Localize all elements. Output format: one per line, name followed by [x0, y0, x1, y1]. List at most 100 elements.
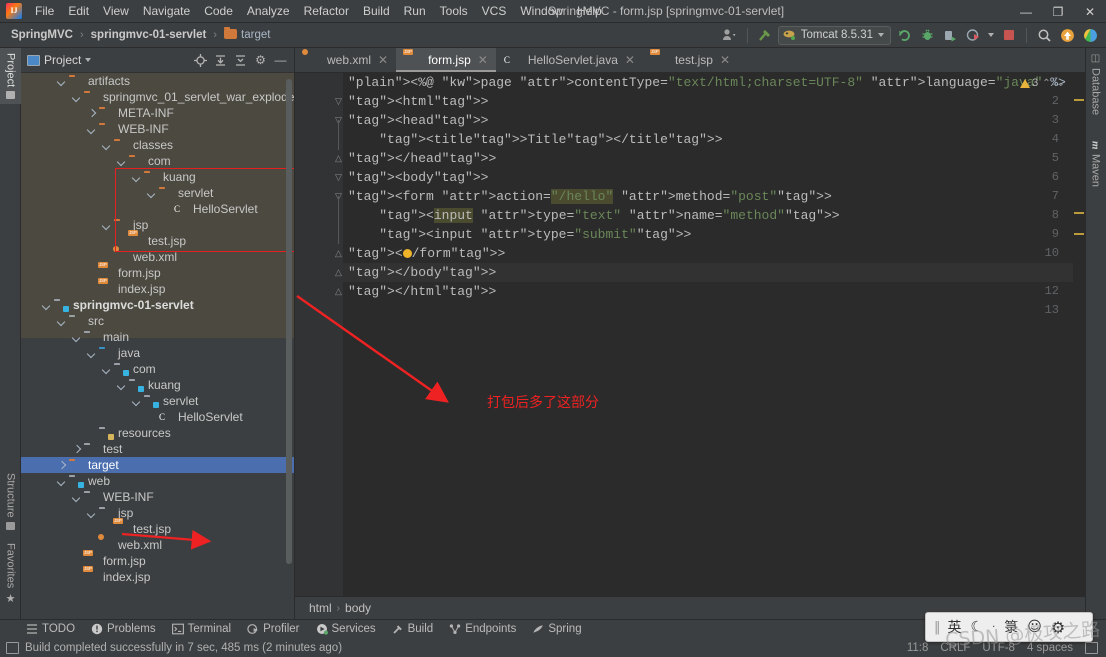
tree-node-springmvc-01-servlet[interactable]: springmvc-01-servlet	[21, 297, 294, 313]
tree-node-web-xml[interactable]: web.xml	[21, 249, 294, 265]
tree-node-index-jsp[interactable]: index.jsp	[21, 569, 294, 585]
fold-marker-html-end[interactable]: △	[334, 282, 343, 301]
tree-node-artifacts[interactable]: artifacts	[21, 73, 294, 89]
tree-node-classes[interactable]: classes	[21, 137, 294, 153]
tool-window-build[interactable]: Build	[392, 623, 433, 635]
code-line-13[interactable]	[343, 301, 1085, 320]
tree-node-form-jsp[interactable]: form.jsp	[21, 265, 294, 281]
tree-node-jsp[interactable]: jsp	[21, 505, 294, 521]
code-text[interactable]: "plain"><%@ "kw">page "attr">contentType…	[343, 73, 1085, 596]
menu-item-run[interactable]: Run	[397, 1, 433, 21]
project-panel-title-group[interactable]: Project	[27, 53, 92, 67]
chevron-down-icon[interactable]	[132, 172, 143, 183]
chevron-down-icon[interactable]	[102, 364, 113, 375]
inspection-marker[interactable]	[1074, 233, 1084, 235]
editor-tab-form-jsp[interactable]: form.jsp ✕	[396, 48, 496, 72]
settings-gear-icon[interactable]: ⚙	[251, 51, 270, 70]
chevron-down-icon[interactable]	[147, 188, 158, 199]
chevron-down-icon[interactable]	[87, 348, 98, 359]
ime-dot-icon[interactable]: ·	[992, 622, 995, 633]
tool-window-endpoints[interactable]: Endpoints	[449, 623, 516, 635]
chevron-down-icon[interactable]	[42, 300, 53, 311]
chevron-down-icon[interactable]	[72, 492, 83, 503]
ime-gear-icon[interactable]: ⚙	[1051, 618, 1065, 637]
menu-item-analyze[interactable]: Analyze	[240, 1, 297, 21]
tree-node-web-inf[interactable]: WEB-INF	[21, 121, 294, 137]
code-line-4[interactable]: "tag"><title"tag">>Title"tag"></title"ta…	[343, 130, 1085, 149]
chevron-down-icon[interactable]	[72, 92, 83, 103]
expand-all-icon[interactable]	[211, 51, 230, 70]
code-line-6[interactable]: "tag"><body"tag">>	[343, 168, 1085, 187]
profile-icon[interactable]	[963, 25, 983, 45]
chevron-up-icon[interactable]: ⌃	[1040, 78, 1052, 89]
chevron-down-icon[interactable]	[102, 140, 113, 151]
ime-drag-handle[interactable]: ‖	[934, 620, 940, 635]
chevron-down-icon[interactable]	[57, 76, 68, 87]
chevron-right-icon[interactable]	[57, 460, 68, 471]
hide-panel-icon[interactable]: —	[271, 51, 290, 70]
tree-node-test-jsp[interactable]: test.jsp	[21, 521, 294, 537]
tree-node-test-jsp[interactable]: test.jsp	[21, 233, 294, 249]
maximize-button[interactable]: ❐	[1042, 0, 1074, 23]
menu-item-file[interactable]: File	[28, 1, 61, 21]
chevron-down-icon[interactable]	[117, 380, 128, 391]
chevron-down-icon[interactable]	[117, 156, 128, 167]
user-avatar-icon[interactable]	[720, 25, 740, 45]
breadcrumb-item-0[interactable]: SpringMVC	[8, 28, 76, 42]
chevron-down-icon[interactable]	[102, 220, 113, 231]
tree-node-com[interactable]: com	[21, 361, 294, 377]
sidebar-tab-database[interactable]: ◫ Database	[1085, 48, 1106, 120]
menu-item-build[interactable]: Build	[356, 1, 397, 21]
tree-node-test[interactable]: test	[21, 441, 294, 457]
tree-node-main[interactable]: main	[21, 329, 294, 345]
tree-node-index-jsp[interactable]: index.jsp	[21, 281, 294, 297]
locate-icon[interactable]	[191, 51, 210, 70]
chevron-right-icon[interactable]	[87, 108, 98, 119]
sidebar-tab-maven[interactable]: m Maven	[1085, 136, 1106, 192]
menu-item-refactor[interactable]: Refactor	[297, 1, 356, 21]
code-line-5[interactable]: "tag"></head"tag">>	[343, 149, 1085, 168]
breadcrumb-item-2[interactable]: target	[221, 27, 273, 42]
inspection-marker[interactable]	[1074, 212, 1084, 214]
chevron-down-icon[interactable]	[57, 316, 68, 327]
tree-node-helloservlet[interactable]: HelloServlet	[21, 409, 294, 425]
chevron-right-icon[interactable]	[72, 444, 83, 455]
chevron-down-icon[interactable]	[87, 124, 98, 135]
tree-node-servlet[interactable]: servlet	[21, 185, 294, 201]
close-icon[interactable]: ✕	[625, 53, 635, 67]
menu-item-tools[interactable]: Tools	[433, 1, 475, 21]
fold-marker-body[interactable]: ▽	[334, 168, 343, 187]
code-line-9[interactable]: "tag"><input "attr">type="submit""tag">>	[343, 225, 1085, 244]
breadcrumb-item-1[interactable]: springmvc-01-servlet	[88, 28, 210, 42]
fold-marker-head-end[interactable]: △	[334, 149, 343, 168]
code-line-2[interactable]: "tag"><html"tag">>	[343, 92, 1085, 111]
chevron-down-icon[interactable]	[132, 396, 143, 407]
rerun-icon[interactable]	[894, 25, 914, 45]
run-with-coverage-icon[interactable]	[940, 25, 960, 45]
ime-language-button[interactable]: 英	[948, 617, 962, 637]
sidebar-tab-structure[interactable]: Structure	[0, 468, 21, 535]
collapse-all-icon[interactable]	[231, 51, 250, 70]
stop-icon[interactable]	[999, 25, 1019, 45]
tree-node-web-inf[interactable]: WEB-INF	[21, 489, 294, 505]
sidebar-tab-project[interactable]: Project	[0, 48, 21, 105]
tree-node-servlet[interactable]: servlet	[21, 393, 294, 409]
build-hammer-icon[interactable]	[755, 25, 775, 45]
sidebar-tab-favorites[interactable]: Favorites ★	[0, 538, 21, 610]
code-line-1[interactable]: "plain"><%@ "kw">page "attr">contentType…	[343, 73, 1085, 92]
tree-node-kuang[interactable]: kuang	[21, 169, 294, 185]
editor-tab-test-jsp[interactable]: test.jsp ✕	[643, 48, 738, 72]
ide-help-icon[interactable]	[1080, 25, 1100, 45]
code-line-7[interactable]: "tag"><form "attr">action="/hello" "attr…	[343, 187, 1085, 206]
close-button[interactable]: ✕	[1074, 0, 1106, 23]
minimize-button[interactable]: —	[1010, 0, 1042, 23]
tree-node-src[interactable]: src	[21, 313, 294, 329]
code-line-11[interactable]: "tag"></body"tag">>	[343, 263, 1085, 282]
inspection-marker-strip[interactable]	[1073, 73, 1085, 596]
ime-moon-icon[interactable]: ☾	[971, 619, 984, 635]
code-line-8[interactable]: "tag"><input "attr">type="text" "attr">n…	[343, 206, 1085, 225]
menu-item-navigate[interactable]: Navigate	[136, 1, 197, 21]
tool-window-todo[interactable]: TODO	[26, 623, 75, 635]
code-line-3[interactable]: "tag"><head"tag">>	[343, 111, 1085, 130]
caret-position[interactable]: 11:8	[907, 642, 929, 654]
